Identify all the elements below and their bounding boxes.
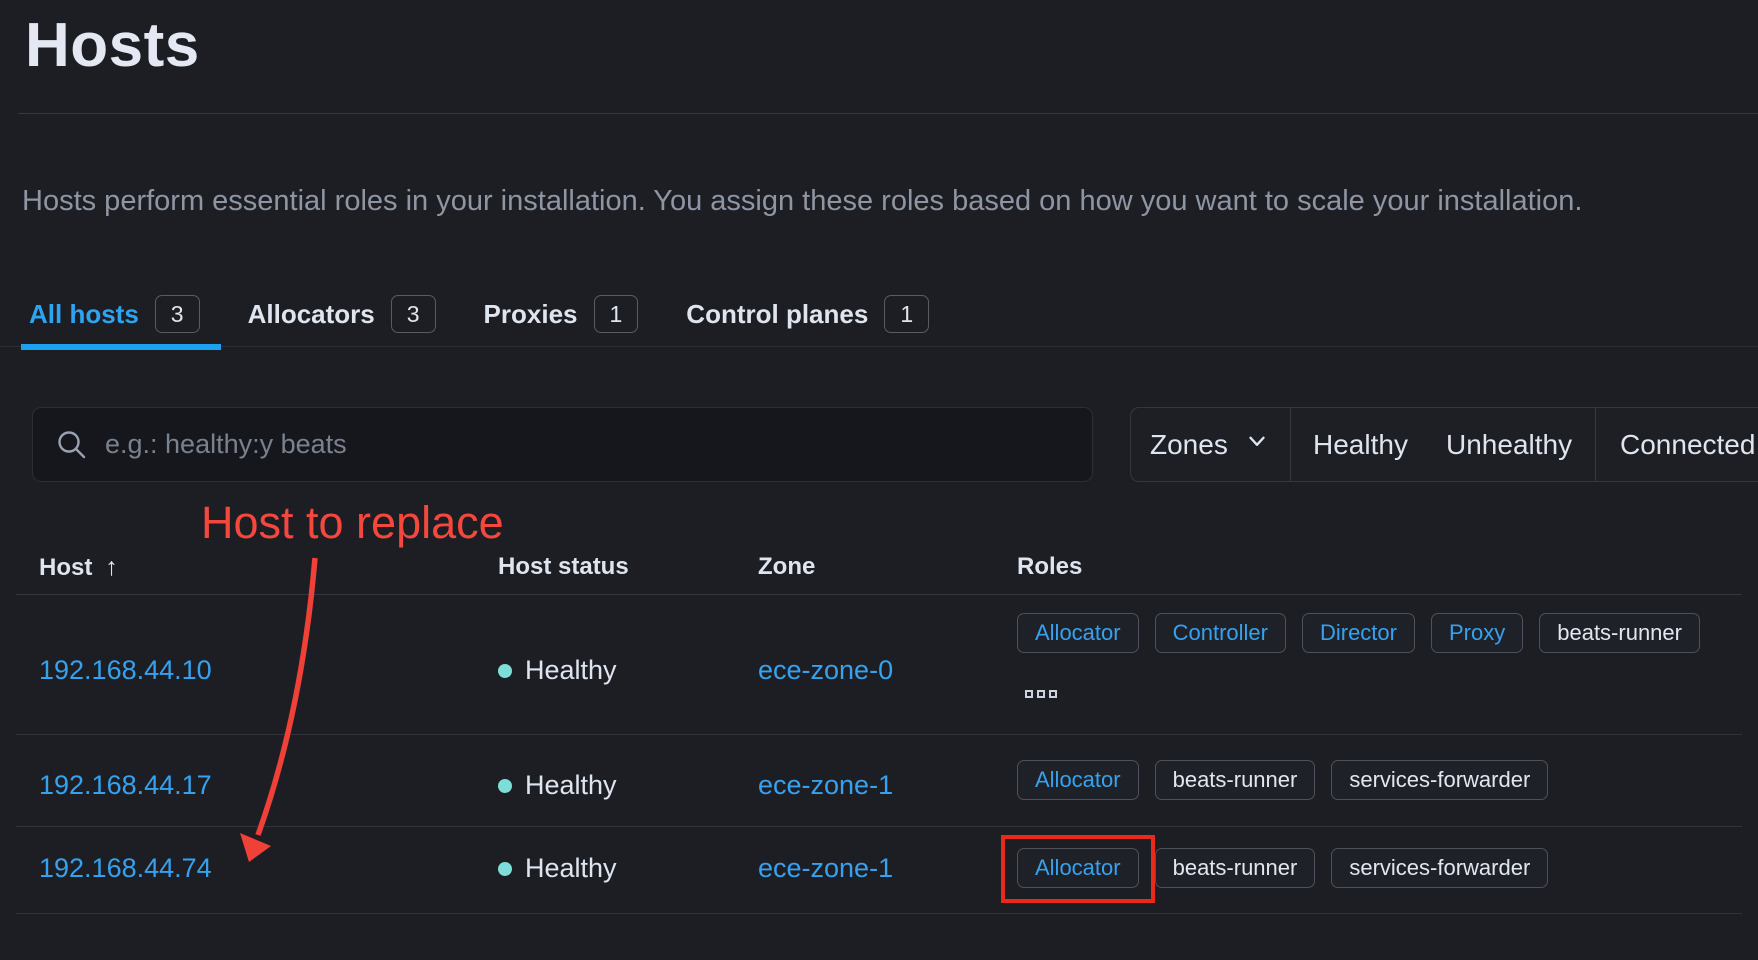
boxes-horizontal-icon: [1049, 690, 1057, 698]
health-dot-icon: [498, 779, 512, 793]
role-badge[interactable]: beats-runner: [1539, 613, 1700, 653]
zone-link[interactable]: ece-zone-1: [758, 770, 893, 801]
host-status-label: Healthy: [525, 655, 617, 686]
tab-allocators[interactable]: Allocators 3: [248, 295, 436, 334]
role-badge[interactable]: services-forwarder: [1331, 848, 1548, 888]
page-title: Hosts: [25, 10, 200, 81]
role-badge[interactable]: beats-runner: [1155, 848, 1316, 888]
health-dot-icon: [498, 862, 512, 876]
host-status: Healthy: [498, 853, 617, 884]
tab-control-planes[interactable]: Control planes 1: [686, 295, 929, 334]
zone-link[interactable]: ece-zone-0: [758, 655, 893, 686]
tab-count-badge: 1: [594, 295, 639, 334]
tab-proxies[interactable]: Proxies 1: [484, 295, 639, 334]
role-badge[interactable]: Director: [1302, 613, 1415, 653]
annotation-host-to-replace: Host to replace: [201, 497, 504, 549]
column-header-zone: Zone: [758, 553, 815, 581]
boxes-horizontal-icon: [1025, 690, 1033, 698]
roles-cell: Allocator beats-runner services-forwarder: [1017, 848, 1732, 888]
role-badge-row: Allocator beats-runner services-forwarder: [1017, 848, 1732, 888]
roles-cell: Allocator Controller Director Proxy beats-ru…: [1017, 613, 1732, 700]
zones-filter-label: Zones: [1150, 429, 1228, 461]
active-tab-underline: [21, 344, 221, 350]
tab-count-badge: 3: [391, 295, 436, 334]
filter-connected-button[interactable]: Connected: [1596, 408, 1755, 481]
table-row: 192.168.44.10 Healthy ece-zone-0 Allocator C…: [16, 595, 1742, 735]
page-description: Hosts perform essential roles in your in…: [22, 185, 1758, 218]
tab-bar: All hosts 3 Allocators 3 Proxies 1 Contr…: [29, 288, 929, 340]
tabbar-bottom-border: [0, 346, 1758, 347]
host-link[interactable]: 192.168.44.17: [39, 770, 212, 801]
column-header-roles: Roles: [1017, 553, 1082, 581]
role-badge-row: Allocator beats-runner services-forwarder: [1017, 760, 1732, 800]
title-divider: [18, 113, 1758, 114]
tab-count-badge: 1: [884, 295, 929, 334]
role-badge[interactable]: Allocator: [1017, 760, 1139, 800]
host-status-label: Healthy: [525, 853, 617, 884]
table-row: 192.168.44.17 Healthy ece-zone-1 Allocator b…: [16, 735, 1742, 827]
roles-cell: Allocator beats-runner services-forwarder: [1017, 760, 1732, 800]
chevron-down-icon: [1244, 428, 1270, 461]
tab-count-badge: 3: [155, 295, 200, 334]
role-badge[interactable]: Controller: [1155, 613, 1286, 653]
column-header-host-status: Host status: [498, 553, 629, 581]
search-input[interactable]: [105, 408, 1092, 481]
role-badge[interactable]: Allocator: [1017, 613, 1139, 653]
tab-label: Allocators: [248, 299, 375, 330]
tab-label: All hosts: [29, 299, 139, 330]
role-badge[interactable]: services-forwarder: [1331, 760, 1548, 800]
tab-label: Proxies: [484, 299, 578, 330]
role-badge[interactable]: beats-runner: [1155, 760, 1316, 800]
filter-unhealthy-button[interactable]: Unhealthy: [1441, 408, 1596, 481]
role-badge[interactable]: Proxy: [1431, 613, 1523, 653]
tab-label: Control planes: [686, 299, 868, 330]
role-badge-row: Allocator Controller Director Proxy beats-ru…: [1017, 613, 1732, 653]
sort-ascending-icon: ↑: [105, 553, 118, 581]
host-link[interactable]: 192.168.44.74: [39, 853, 212, 884]
search-icon: [55, 428, 89, 462]
hosts-page: Hosts Hosts perform essential roles in y…: [0, 0, 1758, 960]
zones-filter-dropdown[interactable]: Zones: [1131, 408, 1291, 481]
health-dot-icon: [498, 664, 512, 678]
role-badge-highlighted[interactable]: Allocator: [1017, 848, 1139, 888]
column-header-host[interactable]: Host↑: [39, 553, 118, 582]
boxes-horizontal-icon: [1037, 690, 1045, 698]
expand-roles-button[interactable]: [1023, 688, 1059, 700]
host-status: Healthy: [498, 655, 617, 686]
search-box: [32, 407, 1093, 482]
zone-link[interactable]: ece-zone-1: [758, 853, 893, 884]
tab-all-hosts[interactable]: All hosts 3: [29, 295, 200, 334]
host-status: Healthy: [498, 770, 617, 801]
host-status-label: Healthy: [525, 770, 617, 801]
host-link[interactable]: 192.168.44.10: [39, 655, 212, 686]
filter-healthy-button[interactable]: Healthy: [1291, 408, 1441, 481]
filter-group: Zones Healthy Unhealthy Connected: [1130, 407, 1758, 482]
table-row: 192.168.44.74 Healthy ece-zone-1 Allocator b…: [16, 827, 1742, 914]
